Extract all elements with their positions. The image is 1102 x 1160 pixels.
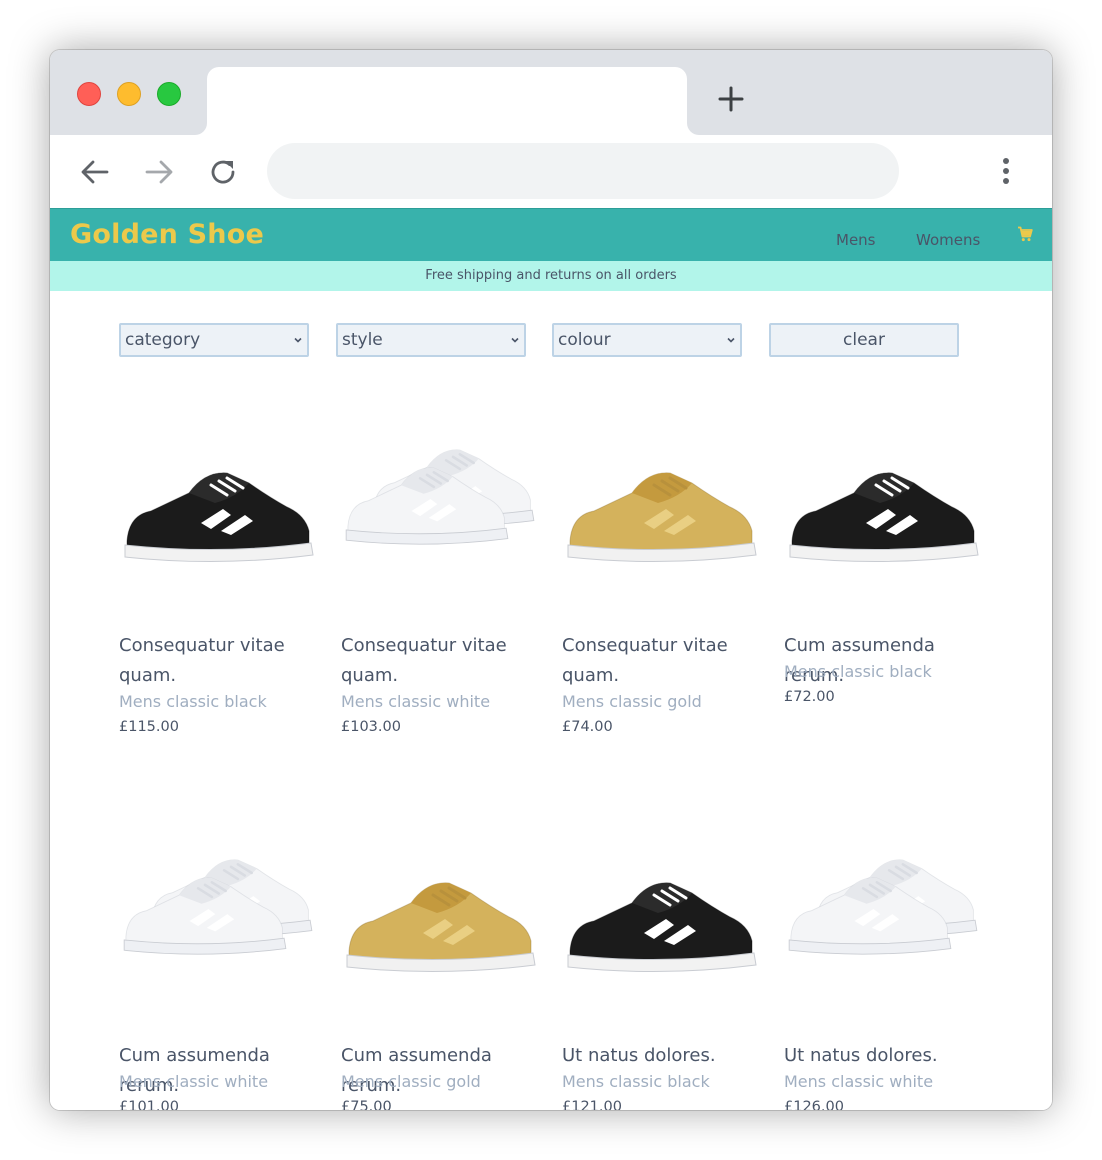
chevron-down-icon — [511, 337, 519, 343]
product-name[interactable]: Ut natus dolores. — [562, 1041, 772, 1071]
product-subtitle: Mens classic white — [341, 692, 491, 711]
product-subtitle: Mens classic white — [784, 1072, 934, 1091]
plus-icon[interactable] — [718, 86, 744, 112]
product-name[interactable]: Ut natus dolores. — [784, 1041, 994, 1071]
cart-icon[interactable] — [1017, 226, 1033, 242]
product-subtitle: Mens classic gold — [341, 1072, 481, 1091]
browser-tab[interactable] — [207, 67, 687, 135]
product-image[interactable] — [119, 813, 319, 1013]
maximize-window-button[interactable] — [157, 82, 181, 106]
product-price: £115.00 — [119, 719, 179, 735]
product-subtitle: Mens classic black — [784, 662, 932, 681]
product-image[interactable] — [341, 403, 541, 603]
product-image[interactable] — [562, 403, 762, 603]
product-name[interactable]: Consequatur vitae quam. — [341, 631, 551, 691]
minimize-window-button[interactable] — [117, 82, 141, 106]
product-name[interactable]: Consequatur vitae quam. — [562, 631, 772, 691]
product-price: £121.00 — [562, 1099, 622, 1110]
product-image[interactable] — [341, 813, 541, 1013]
style-select[interactable]: style — [336, 323, 526, 357]
product-image[interactable] — [784, 403, 984, 603]
page-viewport: Golden Shoe Mens Womens Free shipping an… — [50, 208, 1052, 1110]
site-logo[interactable]: Golden Shoe — [70, 219, 264, 250]
product-image[interactable] — [562, 813, 762, 1013]
reload-icon[interactable] — [206, 155, 240, 189]
product-price: £72.00 — [784, 689, 835, 705]
site-header: Golden Shoe Mens Womens — [50, 208, 1052, 261]
product-subtitle: Mens classic black — [119, 692, 267, 711]
close-window-button[interactable] — [77, 82, 101, 106]
product-subtitle: Mens classic gold — [562, 692, 702, 711]
chevron-down-icon — [727, 337, 735, 343]
nav-link-womens[interactable]: Womens — [916, 231, 980, 249]
colour-select-value: colour — [558, 330, 611, 350]
category-select-value: category — [125, 330, 201, 350]
product-image[interactable] — [119, 403, 319, 603]
product-price: £126.00 — [784, 1099, 844, 1110]
browser-window: Golden Shoe Mens Womens Free shipping an… — [50, 50, 1052, 1110]
colour-select[interactable]: colour — [552, 323, 742, 357]
tab-strip — [50, 50, 1052, 135]
product-price: £103.00 — [341, 719, 401, 735]
product-subtitle: Mens classic black — [562, 1072, 710, 1091]
product-subtitle: Mens classic white — [119, 1072, 269, 1091]
address-bar[interactable] — [267, 143, 899, 199]
arrow-right-icon[interactable] — [142, 155, 176, 189]
chevron-down-icon — [294, 337, 302, 343]
kebab-menu-icon[interactable] — [992, 155, 1020, 189]
clear-button[interactable]: clear — [769, 323, 959, 357]
product-image[interactable] — [784, 813, 984, 1013]
style-select-value: style — [342, 330, 383, 350]
shipping-banner: Free shipping and returns on all orders — [50, 261, 1052, 291]
browser-toolbar — [50, 135, 1052, 208]
product-name[interactable]: Consequatur vitae quam. — [119, 631, 329, 691]
category-select[interactable]: category — [119, 323, 309, 357]
nav-link-mens[interactable]: Mens — [836, 231, 876, 249]
product-price: £74.00 — [562, 719, 613, 735]
product-price: £101.00 — [119, 1099, 179, 1110]
arrow-left-icon[interactable] — [78, 155, 112, 189]
product-price: £75.00 — [341, 1099, 392, 1110]
